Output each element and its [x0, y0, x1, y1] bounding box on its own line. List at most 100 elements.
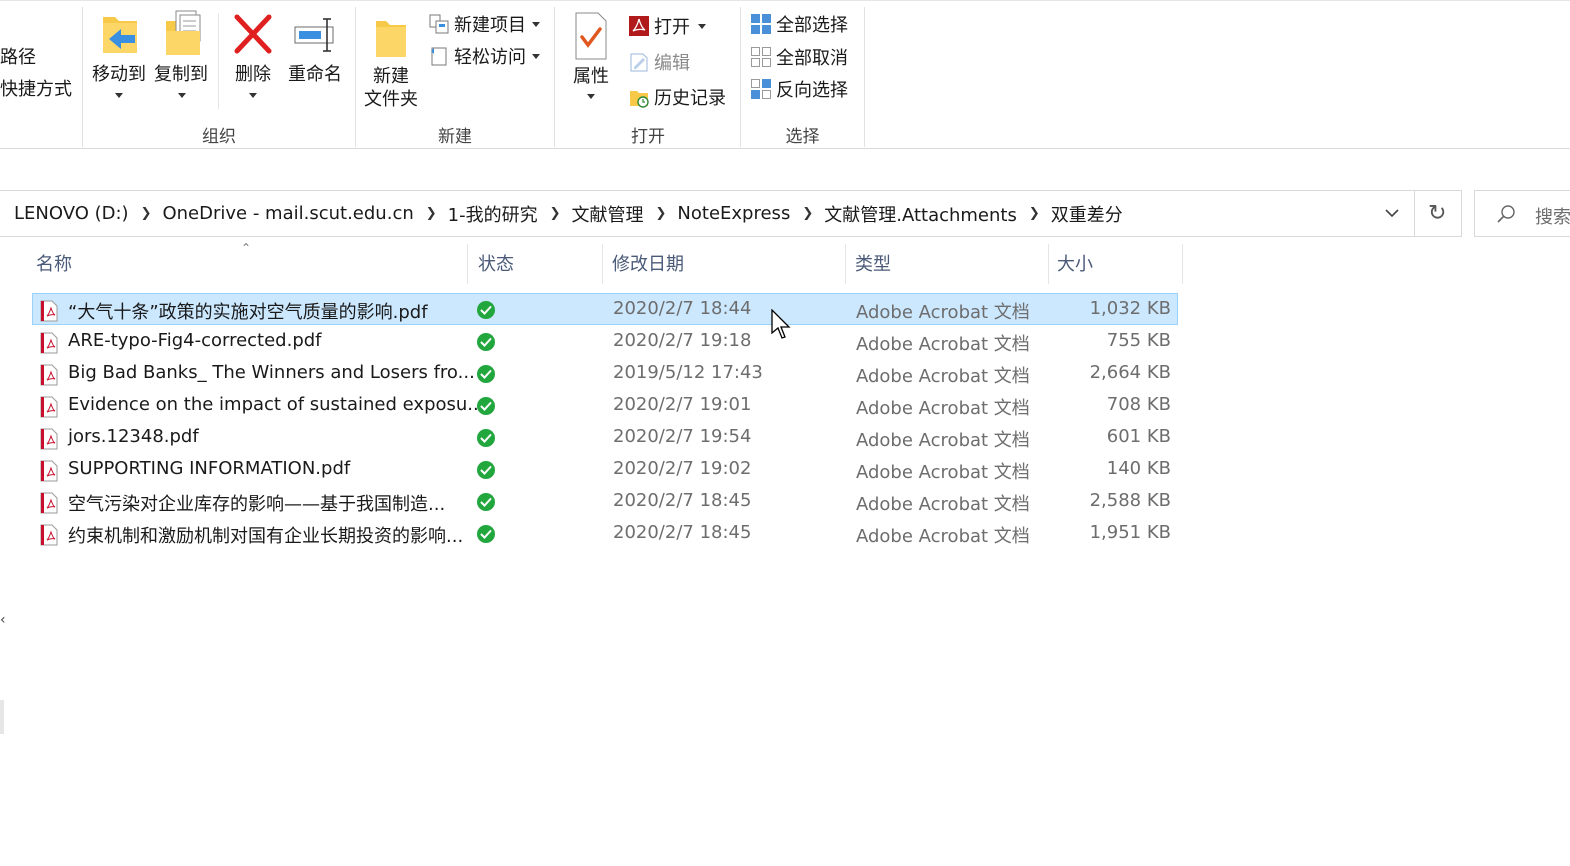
file-name: Big Bad Banks_ The Winners and Losers fr… [68, 362, 475, 383]
new-item-icon [429, 14, 449, 34]
pdf-file-icon [40, 492, 58, 514]
sync-status-check-icon [477, 429, 495, 447]
file-row[interactable]: Evidence on the impact of sustained expo… [32, 389, 1178, 421]
address-bar[interactable]: LENOVO (D:) ❯ OneDrive - mail.scut.edu.c… [0, 190, 1462, 237]
move-to-button[interactable]: 移动到 [88, 9, 150, 99]
file-modified-date: 2020/2/7 19:54 [613, 426, 752, 447]
open-group-label: 打开 [631, 127, 665, 147]
address-history-chevron-icon[interactable] [1384, 205, 1400, 221]
breadcrumb-attachments[interactable]: 文献管理.Attachments [824, 201, 1017, 227]
group-separator [864, 7, 865, 147]
file-row[interactable]: SUPPORTING INFORMATION.pdf 2020/2/7 19:02… [32, 453, 1178, 485]
select-all-button[interactable]: 全部选择 [750, 11, 848, 37]
file-modified-date: 2020/2/7 18:44 [613, 298, 752, 319]
breadcrumb-drive[interactable]: LENOVO (D:) [14, 203, 129, 224]
navigation-pane-edge: ‹ [0, 612, 6, 628]
file-row[interactable]: “大气十条”政策的实施对空气质量的影响.pdf 2020/2/7 18:44 Ado… [32, 293, 1178, 325]
pdf-file-icon [40, 460, 58, 482]
column-divider[interactable] [1048, 244, 1049, 284]
copy-path-button[interactable]: 路径 [0, 43, 36, 69]
breadcrumb-literature[interactable]: 文献管理 [572, 201, 644, 227]
file-type: Adobe Acrobat 文档 [856, 302, 1030, 323]
breadcrumb: LENOVO (D:) ❯ OneDrive - mail.scut.edu.c… [0, 201, 1123, 227]
file-modified-date: 2020/2/7 19:01 [613, 394, 752, 415]
file-name: SUPPORTING INFORMATION.pdf [68, 458, 351, 479]
edit-button[interactable]: 编辑 [628, 49, 690, 75]
sync-status-check-icon [477, 365, 495, 383]
file-name: “大气十条”政策的实施对空气质量的影响.pdf [68, 302, 428, 323]
sync-status-check-icon [477, 525, 495, 543]
chevron-right-icon[interactable]: ❯ [1029, 206, 1040, 221]
breadcrumb-noteexpress[interactable]: NoteExpress [677, 203, 790, 224]
column-divider[interactable] [602, 244, 603, 284]
chevron-down-icon [115, 93, 123, 98]
delete-icon [234, 14, 272, 54]
chevron-right-icon[interactable]: ❯ [656, 206, 667, 221]
new-folder-button[interactable]: 新建 文件夹 [360, 9, 422, 113]
column-header-size[interactable]: 大小 [1057, 250, 1093, 276]
file-type: Adobe Acrobat 文档 [856, 462, 1030, 483]
chevron-down-icon [178, 93, 186, 98]
easy-access-button[interactable]: 轻松访问 [428, 43, 540, 69]
column-header-type[interactable]: 类型 [855, 250, 891, 276]
file-row[interactable]: Big Bad Banks_ The Winners and Losers fr… [32, 357, 1178, 389]
column-header-status[interactable]: 状态 [478, 250, 514, 276]
rename-button[interactable]: 重命名 [284, 9, 346, 89]
paste-shortcut-button[interactable]: 快捷方式 [0, 75, 72, 101]
search-input[interactable]: 搜索 [1474, 190, 1570, 237]
file-name: Evidence on the impact of sustained expo… [68, 394, 485, 415]
scrollbar-thumb[interactable] [0, 700, 4, 734]
column-divider[interactable] [1182, 244, 1183, 284]
breadcrumb-research[interactable]: 1-我的研究 [448, 201, 538, 227]
file-name: 约束机制和激励机制对国有企业长期投资的影响... [68, 526, 464, 547]
pdf-file-icon [40, 364, 58, 386]
properties-icon [575, 12, 607, 60]
pdf-file-icon [40, 300, 58, 322]
file-type: Adobe Acrobat 文档 [856, 398, 1030, 419]
sync-status-check-icon [477, 493, 495, 511]
chevron-right-icon[interactable]: ❯ [426, 206, 437, 221]
file-row[interactable]: 空气污染对企业库存的影响——基于我国制造... 2020/2/7 18:45 Ado… [32, 485, 1178, 517]
file-name: 空气污染对企业库存的影响——基于我国制造... [68, 494, 446, 515]
open-button[interactable]: 打开 [628, 13, 706, 39]
file-name: ARE-typo-Fig4-corrected.pdf [68, 330, 322, 351]
column-divider[interactable] [467, 244, 468, 284]
pdf-file-icon [40, 524, 58, 546]
file-row[interactable]: ARE-typo-Fig4-corrected.pdf 2020/2/7 19:1… [32, 325, 1178, 357]
invert-selection-button[interactable]: 反向选择 [750, 76, 848, 102]
breadcrumb-onedrive[interactable]: OneDrive - mail.scut.edu.cn [162, 203, 413, 224]
organize-group-label: 组织 [202, 127, 236, 147]
file-row[interactable]: 约束机制和激励机制对国有企业长期投资的影响... 2020/2/7 18:45 Ad… [32, 517, 1178, 549]
file-type: Adobe Acrobat 文档 [856, 430, 1030, 451]
acrobat-icon [629, 16, 649, 36]
select-all-icon [751, 14, 771, 34]
new-item-button[interactable]: 新建项目 [428, 11, 540, 37]
file-modified-date: 2020/2/7 18:45 [613, 490, 752, 511]
mouse-cursor-icon [771, 309, 791, 339]
chevron-right-icon[interactable]: ❯ [550, 206, 561, 221]
refresh-icon[interactable]: ↻ [1428, 201, 1446, 226]
select-none-button[interactable]: 全部取消 [750, 44, 848, 70]
easy-access-icon [431, 47, 447, 66]
file-row[interactable]: jors.12348.pdf 2020/2/7 19:54 Adobe Acroba… [32, 421, 1178, 453]
column-header-date[interactable]: 修改日期 [612, 250, 684, 276]
history-button[interactable]: 历史记录 [628, 84, 726, 110]
ribbon: 路径 快捷方式 移动到 复制到 删除 重命名 组织 新建 文件夹 新建项目 轻松… [0, 0, 1570, 149]
rename-icon [294, 18, 334, 52]
delete-button[interactable]: 删除 [226, 9, 280, 99]
copy-to-button[interactable]: 复制到 [150, 9, 212, 99]
chevron-down-icon [532, 21, 540, 27]
chevron-right-icon[interactable]: ❯ [802, 206, 813, 221]
properties-button[interactable]: 属性 [562, 9, 620, 99]
chevron-down-icon [587, 94, 595, 99]
column-header-name[interactable]: 名称 [36, 250, 72, 276]
chevron-right-icon[interactable]: ❯ [141, 206, 152, 221]
file-modified-date: 2020/2/7 19:18 [613, 330, 752, 351]
pdf-file-icon [40, 332, 58, 354]
sync-status-check-icon [477, 333, 495, 351]
column-divider[interactable] [845, 244, 846, 284]
file-type: Adobe Acrobat 文档 [856, 366, 1030, 387]
file-name: jors.12348.pdf [68, 426, 199, 447]
breadcrumb-current[interactable]: 双重差分 [1051, 201, 1123, 227]
chevron-down-icon [698, 23, 706, 29]
